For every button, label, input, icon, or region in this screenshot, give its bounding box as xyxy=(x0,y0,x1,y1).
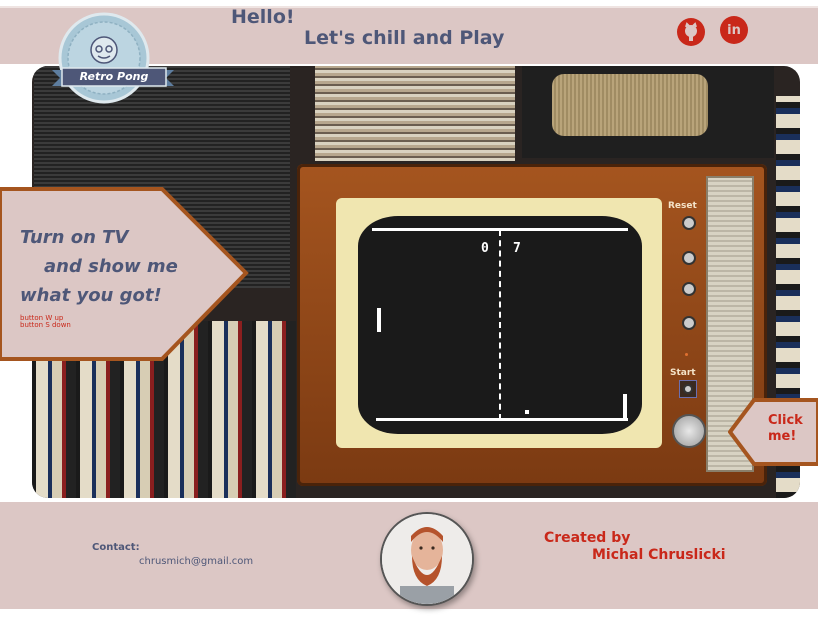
paddle-right xyxy=(623,394,627,418)
score-left: 0 xyxy=(481,241,489,256)
linkedin-icon: in xyxy=(727,22,741,38)
callout-line-2: and show me xyxy=(44,256,178,277)
start-button[interactable] xyxy=(679,380,697,398)
linkedin-link[interactable]: in xyxy=(720,16,748,44)
retro-pong-logo xyxy=(52,12,174,104)
author-name: Michal Chruslicki xyxy=(592,547,726,563)
bottom-wall xyxy=(376,418,628,421)
reset-knob[interactable] xyxy=(682,216,696,230)
github-icon xyxy=(685,22,697,41)
greeting-text: Hello! xyxy=(231,6,295,28)
author-photo xyxy=(382,514,472,604)
knob-4 xyxy=(682,316,696,330)
created-by-label: Created by xyxy=(544,530,631,546)
volume-dial xyxy=(672,414,706,448)
logo-text: Retro Pong xyxy=(79,70,149,83)
contact-email[interactable]: chrusmich@gmail.com xyxy=(139,556,253,567)
callout-line-3: what you got! xyxy=(20,285,162,306)
tagline-text: Let's chill and Play xyxy=(304,27,505,49)
center-net xyxy=(499,230,501,420)
power-indicator xyxy=(685,353,688,356)
contact-label: Contact: xyxy=(92,542,140,553)
start-knob-icon xyxy=(683,384,693,394)
start-label: Start xyxy=(670,368,696,378)
knob-2 xyxy=(682,251,696,265)
records-stack xyxy=(315,66,515,161)
github-link[interactable] xyxy=(677,18,705,46)
speaker-right xyxy=(522,66,774,158)
author-avatar xyxy=(380,512,474,606)
paddle-left xyxy=(377,308,381,332)
callout-line-1: Turn on TV xyxy=(20,227,129,248)
hint-down-text: button S down xyxy=(20,321,71,329)
ball xyxy=(525,410,529,414)
score-right: 7 xyxy=(513,241,521,256)
click-me-text[interactable]: Click me! xyxy=(768,413,808,445)
reset-label: Reset xyxy=(668,201,697,211)
knob-3 xyxy=(682,282,696,296)
